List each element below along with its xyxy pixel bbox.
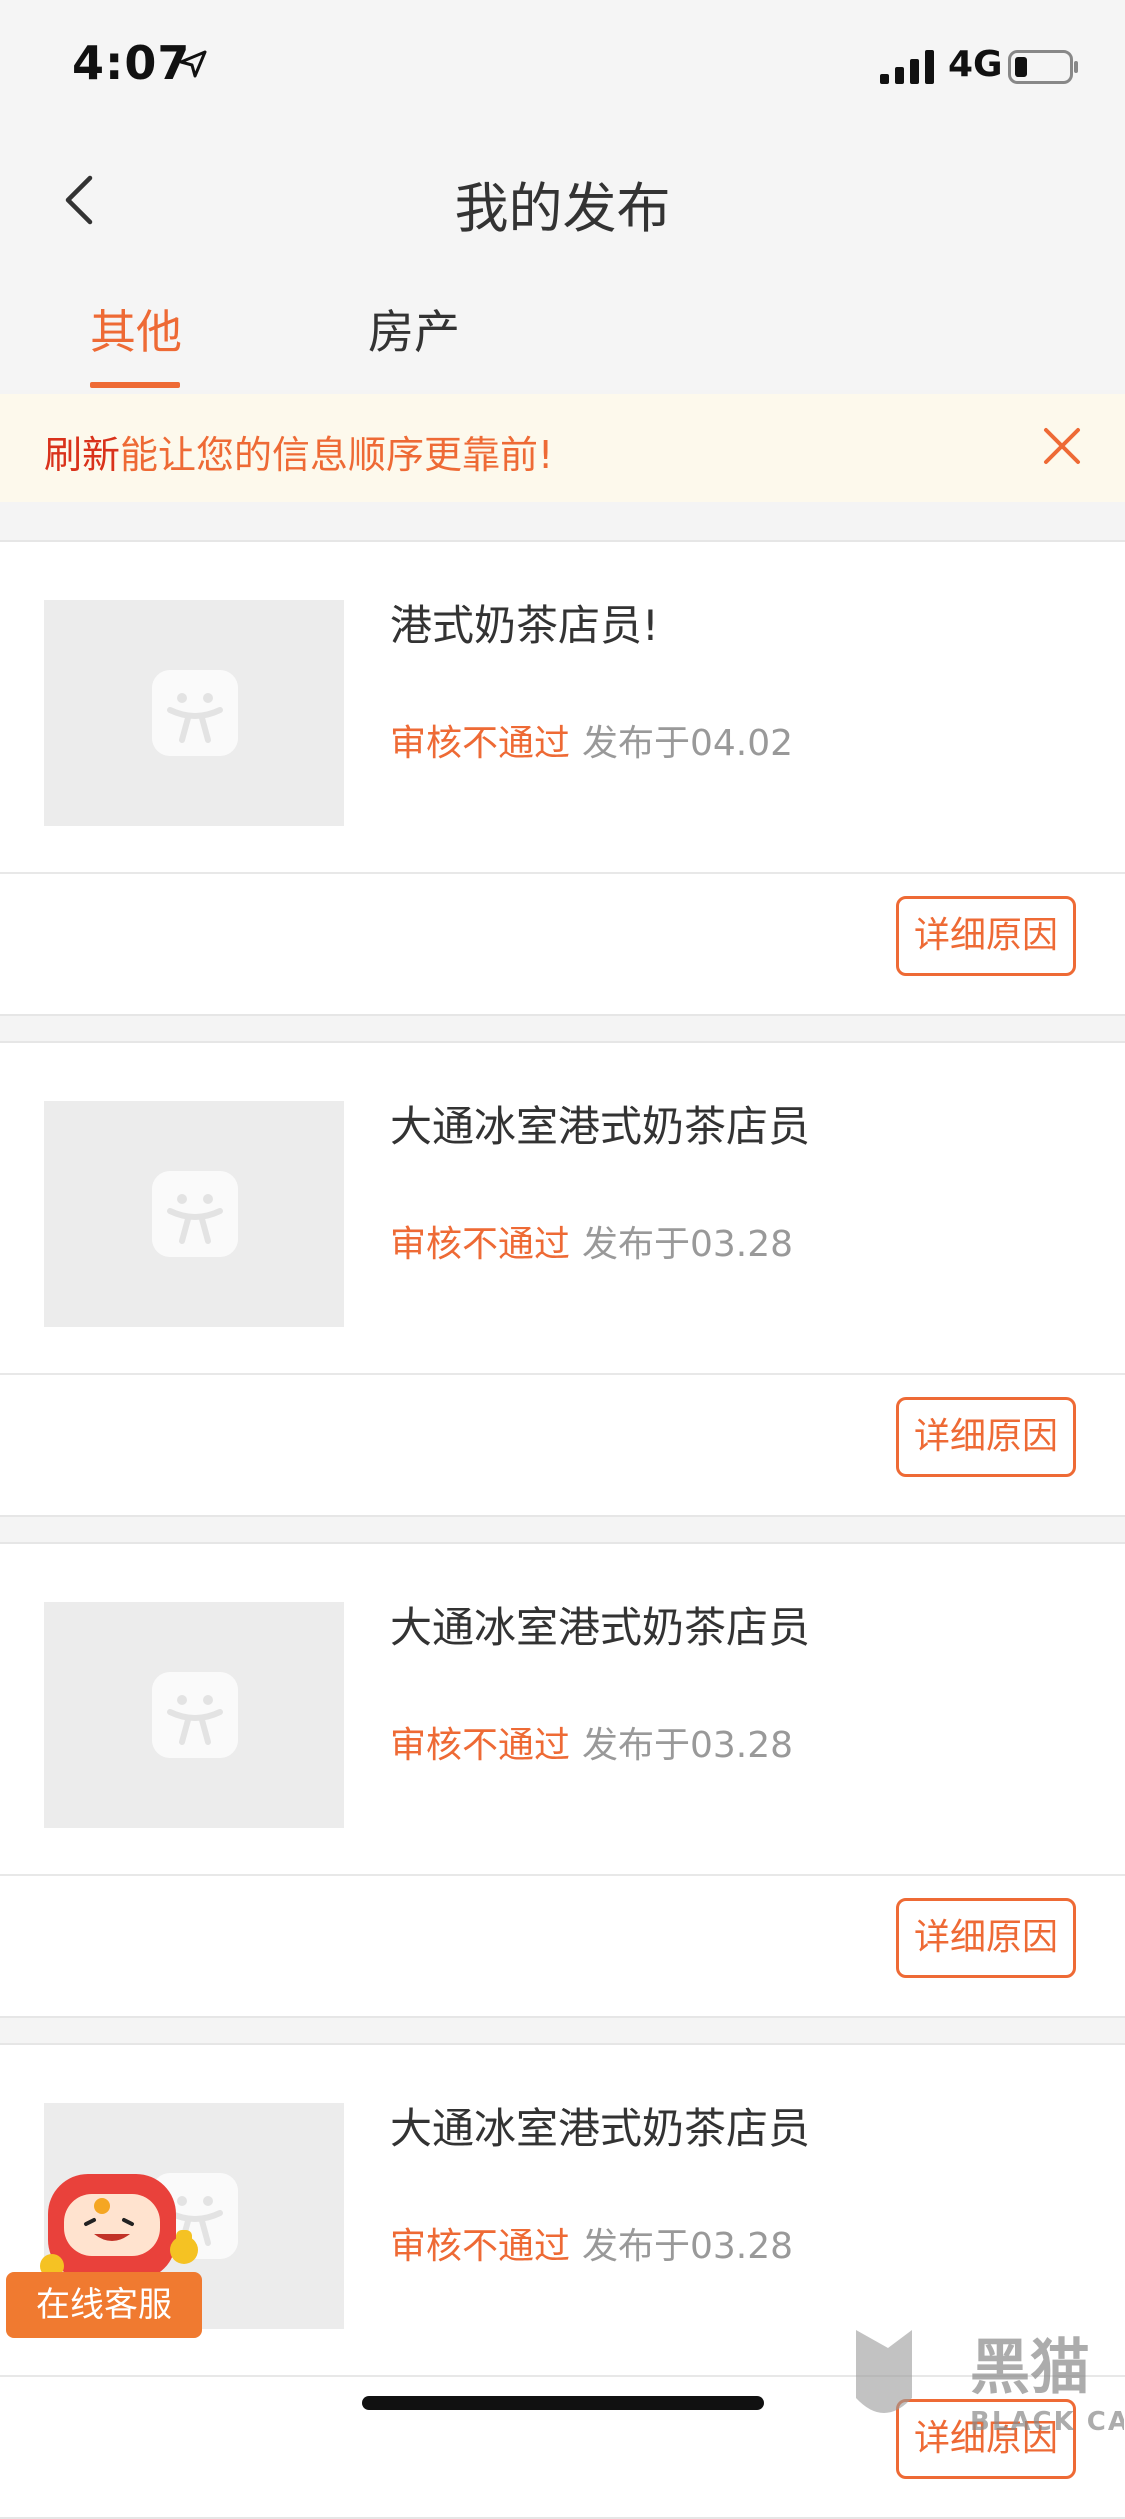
banner-refresh-link[interactable]: 刷新 (44, 433, 120, 477)
refresh-tip-banner: 刷新能让您的信息顺序更靠前! (0, 394, 1125, 502)
banner-message: 刷新能让您的信息顺序更靠前! (44, 424, 553, 479)
divider (0, 1874, 1125, 1876)
post-title[interactable]: 大通冰室港式奶茶店员 (390, 1594, 810, 1655)
post-thumbnail (44, 1101, 344, 1327)
post-card[interactable]: 大通冰室港式奶茶店员 审核不通过 发布于03.28 详细原因 (0, 1542, 1125, 2018)
detail-reason-button[interactable]: 详细原因 (896, 1898, 1076, 1978)
online-service-widget[interactable]: 在线客服 (6, 2166, 206, 2346)
status-time: 4:07 (72, 36, 191, 90)
placeholder-logo-icon (152, 1171, 238, 1257)
publish-date: 发布于03.28 (582, 1224, 794, 1265)
svg-text:黑猫: 黑猫 (970, 2333, 1090, 2403)
status-bar: 4:07 4G (0, 0, 1125, 132)
svg-text:BLACK CAT: BLACK CAT (970, 2407, 1124, 2436)
review-status: 审核不通过 (390, 723, 571, 764)
detail-reason-button[interactable]: 详细原因 (896, 1397, 1076, 1477)
publish-date: 发布于03.28 (582, 2226, 794, 2267)
post-title[interactable]: 港式奶茶店员! (390, 592, 659, 653)
post-thumbnail (44, 1602, 344, 1828)
online-service-button[interactable]: 在线客服 (6, 2272, 202, 2338)
post-card[interactable]: 港式奶茶店员! 审核不通过 发布于04.02 详细原因 (0, 540, 1125, 1016)
post-title[interactable]: 大通冰室港式奶茶店员 (390, 2095, 810, 2156)
tab-real-estate[interactable]: 房产 (368, 296, 460, 362)
review-status: 审核不通过 (390, 1725, 571, 1766)
close-icon[interactable] (1040, 424, 1084, 468)
tab-bar: 其他 房产 (0, 262, 1125, 390)
post-title[interactable]: 大通冰室港式奶茶店员 (390, 1093, 810, 1154)
review-status: 审核不通过 (390, 1224, 571, 1265)
publish-date: 发布于04.02 (582, 723, 794, 764)
page-title: 我的发布 (454, 177, 671, 240)
active-tab-indicator (90, 382, 180, 388)
banner-text: 能让您的信息顺序更靠前! (120, 433, 554, 477)
publish-date: 发布于03.28 (582, 1725, 794, 1766)
divider (0, 872, 1125, 874)
placeholder-logo-icon (152, 1672, 238, 1758)
post-card[interactable]: 大通冰室港式奶茶店员 审核不通过 发布于03.28 详细原因 (0, 1041, 1125, 1517)
placeholder-logo-icon (152, 670, 238, 756)
divider (0, 1373, 1125, 1375)
location-arrow-icon (179, 50, 207, 78)
post-thumbnail (44, 600, 344, 826)
detail-reason-button[interactable]: 详细原因 (896, 896, 1076, 976)
tab-other[interactable]: 其他 (90, 296, 182, 362)
nav-bar: 我的发布 (0, 132, 1125, 262)
review-status: 审核不通过 (390, 2226, 571, 2267)
signal-icon (880, 50, 934, 84)
battery-icon (1008, 50, 1078, 84)
black-cat-watermark: 黑猫 BLACK CAT (856, 2330, 1124, 2436)
network-label: 4G (948, 44, 1003, 85)
home-indicator[interactable] (362, 2396, 764, 2410)
